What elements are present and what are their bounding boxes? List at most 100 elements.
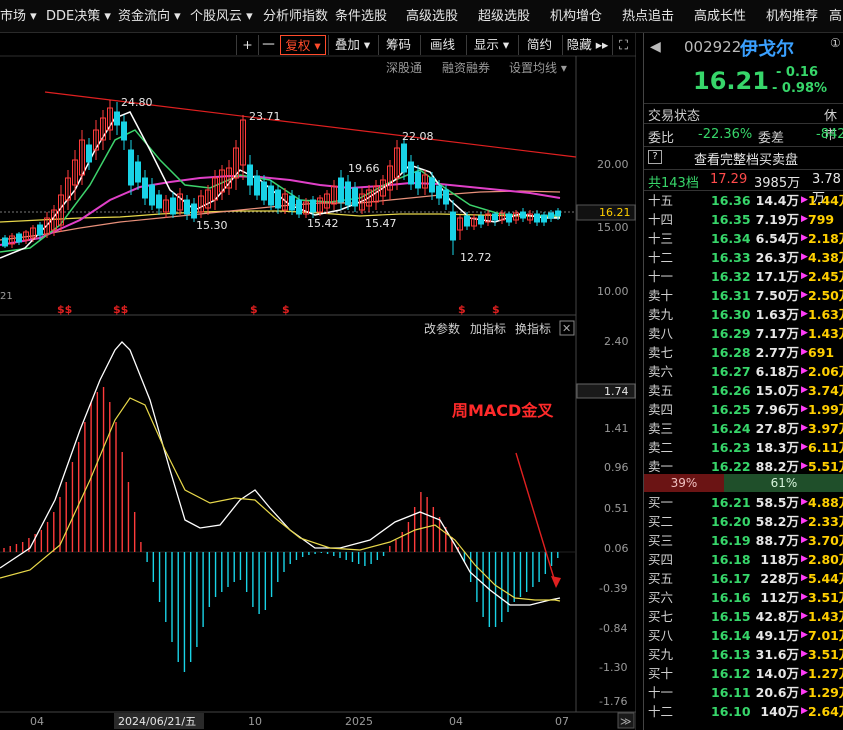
candle-body	[415, 171, 421, 189]
sell-row[interactable]: 卖六 16.27 6.18万▶2.06万	[644, 362, 843, 381]
sell-row[interactable]: 卖二 16.23 18.3万▶6.11万	[644, 438, 843, 457]
level-volume: 14.0万	[755, 666, 799, 681]
level-amount: 799	[808, 212, 835, 227]
level-label: 买五	[648, 571, 674, 586]
level-price: 16.23	[711, 440, 751, 455]
close-icon[interactable]: ✕	[562, 322, 571, 335]
level-price: 16.18	[711, 552, 751, 567]
level-price: 16.14	[711, 628, 751, 643]
sell-row[interactable]: 十三 16.34 6.54万▶2.18万	[644, 229, 843, 248]
level-volume: 58.2万	[755, 514, 799, 529]
sell-row[interactable]: 卖四 16.25 7.96万▶1.99万	[644, 400, 843, 419]
edit-params-link[interactable]: 改参数	[424, 321, 460, 336]
buy-row[interactable]: 买十 16.12 14.0万▶1.27万	[644, 664, 843, 683]
price-tick-10: 10.00	[597, 285, 629, 298]
level-price: 16.33	[711, 250, 751, 265]
buy-row[interactable]: 买八 16.14 49.1万▶7.01万	[644, 626, 843, 645]
buy-row[interactable]: 买六 16.16 112万▶3.51万	[644, 588, 843, 607]
level-label: 卖五	[648, 383, 674, 398]
macd-tick-2: 1.74	[604, 385, 629, 398]
level-price: 16.27	[711, 364, 751, 379]
sell-row[interactable]: 卖九 16.30 1.63万▶1.63万	[644, 305, 843, 324]
level-label: 卖九	[648, 307, 674, 322]
buy-row[interactable]: 买二 16.20 58.2万▶2.33万	[644, 512, 843, 531]
buy-row[interactable]: 十二 16.10 140万▶2.64万	[644, 702, 843, 721]
sell-row[interactable]: 卖七 16.28 2.77万 ▶ 691	[644, 343, 843, 362]
menu-high-growth[interactable]: 高成长性	[694, 0, 746, 33]
level-price: 16.36	[711, 193, 751, 208]
price-change-pct: - 0.98%	[772, 81, 828, 96]
stock-chart[interactable]: 24.80 23.71 22.08 19.66 15.30 15.42 15.4…	[0, 0, 636, 730]
rzrq-mark-6: $	[492, 303, 500, 316]
sell-row[interactable]: 十一 16.32 17.1万▶2.45万	[644, 267, 843, 286]
sell-row[interactable]: 十五 16.36 14.4万▶1.44万	[644, 191, 843, 210]
level-label: 卖二	[648, 440, 674, 455]
level-price: 16.21	[711, 495, 751, 510]
buy-row[interactable]: 十一 16.11 20.6万▶1.29万	[644, 683, 843, 702]
back-arrow-icon[interactable]: ◀	[650, 39, 661, 55]
candle-body	[345, 181, 351, 206]
high-label-2: 23.71	[249, 110, 281, 123]
price-tick-15: 15.00	[597, 221, 629, 234]
buy-row[interactable]: 买三 16.19 88.7万▶3.70万	[644, 531, 843, 550]
menu-institution-recommend[interactable]: 机构推荐	[766, 0, 818, 33]
help-icon[interactable]: ?	[648, 150, 662, 164]
sell-row[interactable]: 卖五 16.26 15.0万▶3.74万	[644, 381, 843, 400]
full-book-link[interactable]: 查看完整档买卖盘	[694, 149, 798, 168]
buy-row[interactable]: 买一 16.21 58.5万▶4.88万	[644, 493, 843, 512]
scroll-right-icon[interactable]: ≫	[620, 715, 632, 728]
level-amount: 3.74万	[808, 383, 843, 398]
sell-row[interactable]: 卖三 16.24 27.8万▶3.97万	[644, 419, 843, 438]
detail-marker-icon: ▶	[801, 611, 808, 621]
weicha-label: 委差	[758, 131, 785, 146]
candle-body	[548, 212, 554, 219]
macd-tick-6: 0.06	[604, 542, 629, 555]
change-indicator-link[interactable]: 换指标	[515, 321, 551, 336]
level-volume: 20.6万	[755, 685, 799, 700]
candle-body	[149, 184, 155, 206]
level-amount: 5.44万	[808, 571, 843, 586]
buy-row[interactable]: 买五 16.17 228万▶5.44万	[644, 569, 843, 588]
level-volume: 1.63万	[755, 307, 799, 322]
level-volume: 228万	[760, 571, 799, 586]
price-panel: 24.80 23.71 22.08 19.66 15.30 15.42 15.4…	[0, 91, 577, 316]
sell-row[interactable]: 卖八 16.29 7.17万▶1.43万	[644, 324, 843, 343]
level-price: 16.30	[711, 307, 751, 322]
info-icon[interactable]: ①	[830, 36, 841, 50]
macd-axis: 2.40 1.74 1.41 0.96 0.51 0.06 -0.39 -0.8…	[576, 335, 636, 708]
sell-row[interactable]: 十二 16.33 26.3万▶4.38万	[644, 248, 843, 267]
dea-line	[0, 397, 561, 602]
level-label: 十一	[648, 685, 674, 700]
detail-marker-icon: ▶	[801, 516, 808, 526]
macd-tick-1: 2.40	[604, 335, 629, 348]
level-price: 16.17	[711, 571, 751, 586]
sell-row[interactable]: 十四 16.35 7.19万 ▶ 799	[644, 210, 843, 229]
candle-body	[114, 111, 120, 126]
level-price: 16.26	[711, 383, 751, 398]
x-label-4: 2025	[345, 715, 373, 728]
total-levels-label: 共143档	[648, 176, 699, 191]
level-amount: 2.80万	[808, 552, 843, 567]
macd-tick-5: 0.51	[604, 502, 629, 515]
level-label: 买六	[648, 590, 674, 605]
current-price: 16.21	[693, 67, 769, 95]
detail-marker-icon: ▶	[801, 290, 808, 300]
menu-more[interactable]: 高	[829, 0, 842, 33]
level-price: 16.11	[711, 685, 751, 700]
level-volume: 14.4万	[755, 193, 799, 208]
buy-row[interactable]: 买九 16.13 31.6万▶3.51万	[644, 645, 843, 664]
candle-body	[135, 161, 141, 183]
buy-row[interactable]: 买七 16.15 42.8万▶1.43万	[644, 607, 843, 626]
sell-row[interactable]: 卖十 16.31 7.50万▶2.50万	[644, 286, 843, 305]
buy-pct-bar: 61%	[724, 474, 843, 492]
total-price: 17.29	[710, 172, 748, 187]
price-axis: 20.00 15.00 10.00 16.21	[576, 158, 636, 298]
buy-row[interactable]: 买四 16.18 118万▶2.80万	[644, 550, 843, 569]
detail-marker-icon: ▶	[801, 252, 808, 262]
add-indicator-link[interactable]: 加指标	[470, 321, 506, 336]
level-label: 买十	[648, 666, 674, 681]
detail-marker-icon: ▶	[801, 668, 808, 678]
level-label: 买九	[648, 647, 674, 662]
detail-marker-icon: ▶	[801, 535, 808, 545]
candle-body	[268, 185, 274, 206]
